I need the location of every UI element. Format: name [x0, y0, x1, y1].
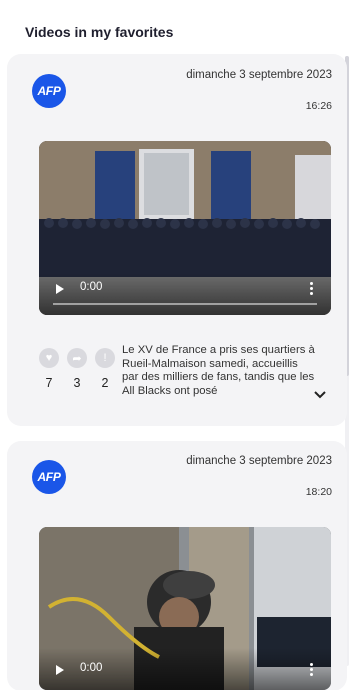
- play-icon[interactable]: [56, 665, 64, 675]
- post-date: dimanche 3 septembre 2023: [186, 69, 332, 81]
- share-reaction[interactable]: ➦ 3: [67, 348, 87, 390]
- video-progress-bar[interactable]: [53, 303, 317, 305]
- video-controls: 0:00: [39, 273, 331, 315]
- like-reaction[interactable]: ♥ 7: [39, 348, 59, 390]
- video-player[interactable]: 0:00: [39, 141, 331, 315]
- video-controls: 0:00: [39, 648, 331, 690]
- alert-reaction[interactable]: ! 2: [95, 348, 115, 390]
- chevron-down-icon[interactable]: [313, 388, 327, 402]
- post-time: 16:26: [305, 100, 332, 112]
- afp-logo: AFP: [32, 74, 66, 108]
- video-time: 0:00: [80, 281, 103, 293]
- play-icon[interactable]: [56, 284, 64, 294]
- video-description: Le XV de France a pris ses quartiers à R…: [122, 344, 315, 397]
- more-vertical-icon[interactable]: [310, 663, 313, 676]
- page-title: Videos in my favorites: [25, 24, 174, 40]
- reactions: ♥ 7 ➦ 3 ! 2: [39, 348, 119, 393]
- source-logo-text: AFP: [37, 470, 61, 484]
- alert-icon[interactable]: !: [95, 348, 115, 368]
- video-time: 0:00: [80, 662, 103, 674]
- afp-logo: AFP: [32, 460, 66, 494]
- more-vertical-icon[interactable]: [310, 282, 313, 295]
- heart-icon[interactable]: ♥: [39, 348, 59, 368]
- share-count: 3: [73, 376, 81, 390]
- alert-count: 2: [101, 376, 109, 390]
- like-count: 7: [45, 376, 53, 390]
- post-date: dimanche 3 septembre 2023: [186, 455, 332, 467]
- video-player[interactable]: 0:00: [39, 527, 331, 690]
- share-icon[interactable]: ➦: [67, 348, 87, 368]
- post-time: 18:20: [305, 486, 332, 498]
- source-logo-text: AFP: [37, 84, 61, 98]
